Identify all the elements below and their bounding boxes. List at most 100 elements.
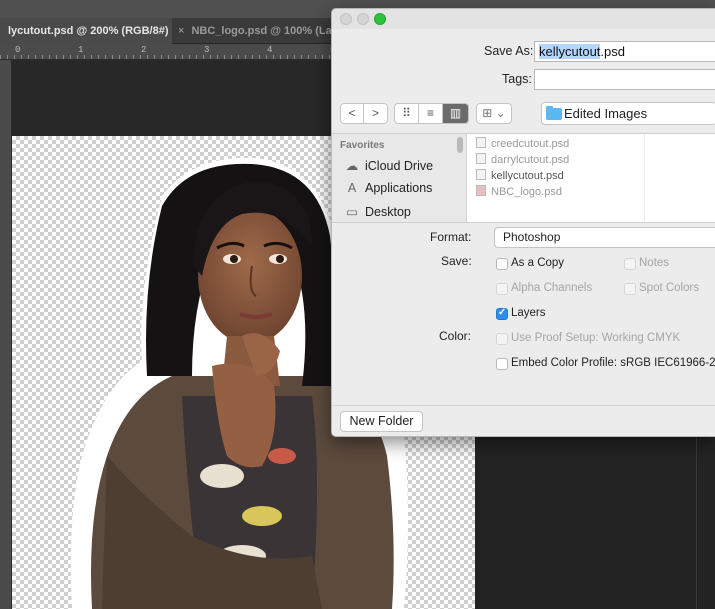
ruler-tick [147,55,148,59]
filename-selected-text: kellycutout [539,44,601,59]
ruler-tick [98,55,99,59]
tab-kellycutout[interactable]: lycutout.psd @ 200% (RGB/8#) [0,18,172,44]
file-name: NBC_logo.psd [491,186,562,198]
list-view-icon[interactable]: ≡ [419,104,443,123]
sidebar-heading: Favorites [340,140,385,151]
spot-colors-label: Spot Colors [639,282,700,294]
use-proof-setup-label: Use Proof Setup: Working CMYK [511,332,681,344]
ruler-tick [49,55,50,59]
sidebar-item-desktop[interactable]: ▭ Desktop [344,204,411,219]
use-proof-setup-checkbox [496,333,508,345]
ruler-number: 0 [15,45,21,55]
ruler-tick [175,55,176,59]
ruler-tick [112,55,113,59]
ruler-tick [63,55,64,59]
psd-file-icon [476,169,486,180]
arrange-menu-button[interactable]: ⊞ ⌄ [476,103,512,124]
ruler-tick [294,55,295,59]
color-label: Color: [439,329,472,343]
screen: lycutout.psd @ 200% (RGB/8#) × NBC_logo.p… [0,0,715,609]
file-name: kellycutout.psd [491,170,564,182]
ruler-tick [245,55,246,59]
sidebar-item-icloud-drive[interactable]: ☁ iCloud Drive [344,158,433,173]
back-button[interactable]: < [341,104,364,123]
ruler-tick [217,55,218,59]
ruler-tick [77,55,78,59]
icon-view-icon[interactable]: ⠿ [395,104,419,123]
close-tab-icon[interactable]: × [178,25,184,37]
file-name: darrylcutout.psd [491,154,570,166]
sidebar-item-applications[interactable]: A Applications [344,181,433,195]
back-forward-buttons: < > [340,103,388,124]
ruler-tick [182,55,183,59]
ruler-tick [28,55,29,59]
format-popup[interactable]: Photoshop [494,227,715,248]
ruler-tick [84,55,85,59]
as-a-copy-checkbox[interactable] [496,258,508,270]
ruler-tick [203,55,204,59]
sidebar-scrollbar[interactable] [457,137,463,153]
location-popup[interactable]: Edited Images [541,102,715,125]
location-label: Edited Images [564,106,648,121]
ruler-tick [21,55,22,59]
spot-colors-checkbox [624,283,636,295]
file-column: creedcutout.psd darrylcutout.psd kellycu… [468,134,645,222]
ruler-tick [14,55,15,59]
column-view-icon[interactable]: ▥ [443,104,468,123]
ruler-tick [7,55,8,59]
ruler-tick [308,55,309,59]
file-item[interactable]: darrylcutout.psd [476,153,569,166]
file-item[interactable]: creedcutout.psd [476,137,569,150]
close-window-button[interactable] [340,13,352,25]
embed-color-profile-checkbox[interactable] [496,358,508,370]
ruler-tick [91,55,92,59]
ruler-tick [56,55,57,59]
view-mode-control: ⠿ ≡ ▥ [394,103,469,124]
save-as-field[interactable]: kellycutout.psd [534,41,715,62]
file-item[interactable]: kellycutout.psd [476,169,564,182]
ruler-tick [280,55,281,59]
ruler-tick [196,55,197,59]
ruler-tick [105,55,106,59]
ruler-tick [231,55,232,59]
folder-icon [546,106,562,120]
tab-kellycutout-label: lycutout.psd @ 200% (RGB/8#) [8,25,169,37]
applications-icon: A [347,181,357,195]
format-label: Format: [430,230,472,244]
minimize-window-button[interactable] [357,13,369,25]
alpha-channels-checkbox [496,283,508,295]
layers-checkbox[interactable] [496,307,508,320]
options-divider [332,405,715,406]
vertical-ruler [0,60,12,609]
ruler-tick [287,55,288,59]
save-dialog: Save As: kellycutout.psd Tags: < > ⠿ ≡ ▥… [331,8,715,437]
ruler-tick [70,55,71,59]
file-name: creedcutout.psd [491,138,570,150]
ruler-tick [266,55,267,59]
sidebar-item-label: iCloud Drive [365,159,434,173]
new-folder-button[interactable]: New Folder [340,411,423,432]
ruler-tick [119,55,120,59]
zoom-window-button[interactable] [374,13,386,25]
alpha-channels-label: Alpha Channels [511,282,593,294]
save-as-label: Save As: [484,44,534,58]
cloud-icon: ☁ [345,159,359,173]
notes-checkbox [624,258,636,270]
ruler-tick [168,55,169,59]
sidebar-item-label: Desktop [365,205,411,219]
tags-field[interactable] [534,69,715,90]
embed-color-profile-label: Embed Color Profile: sRGB IEC61966-2 [511,357,715,369]
psd-file-icon [476,153,486,164]
as-a-copy-label: As a Copy [511,257,565,269]
panel-divider [696,436,697,609]
ruler-tick [259,55,260,59]
file-item[interactable]: NBC_logo.psd [476,185,562,198]
forward-button[interactable]: > [364,104,387,123]
ruler-tick [224,55,225,59]
ruler-number: 3 [204,45,210,55]
ruler-tick [238,55,239,59]
ruler-tick [189,55,190,59]
ruler-tick [329,55,330,59]
tab-nbc-logo[interactable]: × NBC_logo.psd @ 100% (Layer [172,18,332,44]
sidebar: Favorites ☁ iCloud Drive A Applications ▭ D… [332,134,467,222]
